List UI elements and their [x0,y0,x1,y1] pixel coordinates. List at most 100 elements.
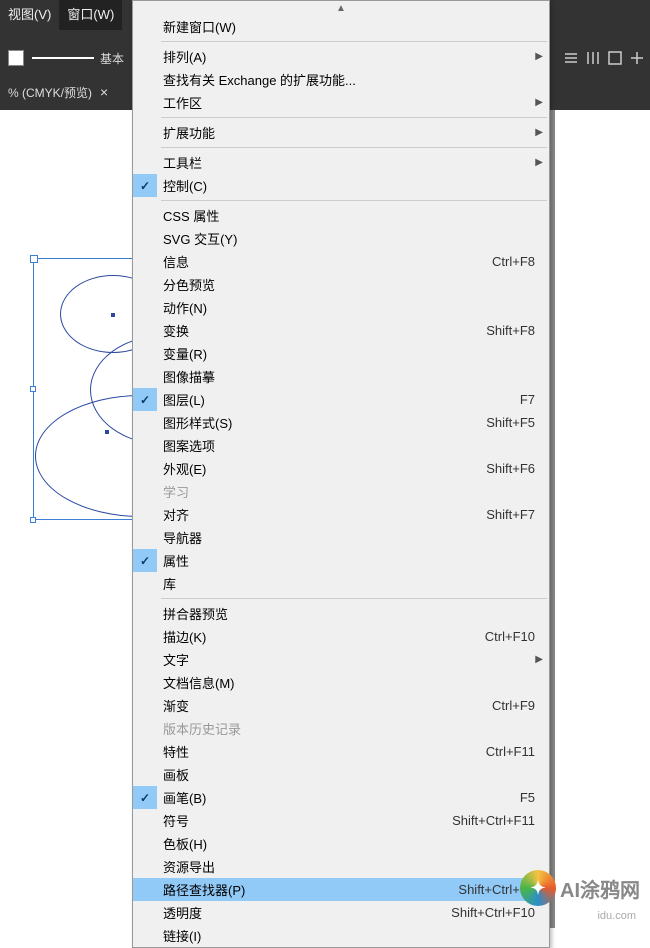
menu-item-label: 画笔(B) [163,788,520,807]
menu-item-shortcut: Shift+F5 [486,415,535,430]
menu-item-label: 信息 [163,252,492,271]
menu-item-label: 图案选项 [163,436,535,455]
menu-item-shortcut: Shift+F6 [486,461,535,476]
align-icon-4[interactable] [628,49,646,67]
menu-control[interactable]: ✓控制(C) [133,174,549,197]
menu-appearance[interactable]: 外观(E)Shift+F6 [133,457,549,480]
menu-item-label: 特性 [163,742,486,761]
menu-pathfinder[interactable]: 路径查找器(P)Shift+Ctrl+F9 [133,878,549,901]
align-icon-1[interactable] [562,49,580,67]
menu-type[interactable]: 文字▶ [133,648,549,671]
menu-pattern-options[interactable]: 图案选项 [133,434,549,457]
menu-workspace[interactable]: 工作区▶ [133,91,549,114]
menu-item-label: 链接(I) [163,926,535,945]
menu-separator [161,200,547,201]
menu-item-shortcut: Shift+Ctrl+F10 [451,905,535,920]
menu-item-label: 工具栏 [163,153,535,172]
menu-align[interactable]: 对齐Shift+F7 [133,503,549,526]
menubar: 视图(V) 窗口(W) [0,0,122,30]
align-icon-2[interactable] [584,49,602,67]
menu-item-label: 属性 [163,551,535,570]
menu-item-label: 图像描摹 [163,367,535,386]
menu-item-label: 描边(K) [163,627,485,646]
menu-item-label: 变换 [163,321,486,340]
menu-item-label: 画板 [163,765,535,784]
menu-svg-interactivity[interactable]: SVG 交互(Y) [133,227,549,250]
menu-arrange[interactable]: 排列(A)▶ [133,45,549,68]
menu-image-trace[interactable]: 图像描摹 [133,365,549,388]
menu-scroll-up-icon[interactable]: ▲ [133,1,549,15]
menu-new-window[interactable]: 新建窗口(W) [133,15,549,38]
close-tab-icon[interactable]: × [100,84,108,100]
menu-item-label: SVG 交互(Y) [163,229,535,248]
menu-item-label: 分色预览 [163,275,535,294]
menu-flattener[interactable]: 拼合器预览 [133,602,549,625]
menu-item-shortcut: F7 [520,392,535,407]
menu-item-label: 图层(L) [163,390,520,409]
menu-transform[interactable]: 变换Shift+F8 [133,319,549,342]
menu-gradient[interactable]: 渐变Ctrl+F9 [133,694,549,717]
menu-stroke[interactable]: 描边(K)Ctrl+F10 [133,625,549,648]
submenu-arrow-icon: ▶ [535,157,543,168]
menu-info[interactable]: 信息Ctrl+F8 [133,250,549,273]
menu-layers[interactable]: ✓图层(L)F7 [133,388,549,411]
fill-swatch[interactable] [8,50,24,66]
menu-variables[interactable]: 变量(R) [133,342,549,365]
watermark-sub: idu.com [597,910,636,922]
watermark-logo-icon: ✦ [520,870,556,906]
menu-toolbars[interactable]: 工具栏▶ [133,151,549,174]
menu-artboards[interactable]: 画板 [133,763,549,786]
menu-item-label: 文档信息(M) [163,673,535,692]
menu-item-label: 版本历史记录 [163,719,535,738]
align-icon-3[interactable] [606,49,624,67]
menu-item-shortcut: Shift+F7 [486,507,535,522]
menu-libraries[interactable]: 库 [133,572,549,595]
menu-item-label: 外观(E) [163,459,486,478]
menu-item-label: 资源导出 [163,857,535,876]
menu-item-label: 路径查找器(P) [163,880,458,899]
menu-transparency[interactable]: 透明度Shift+Ctrl+F10 [133,901,549,924]
menu-swatches[interactable]: 色板(H) [133,832,549,855]
menu-actions[interactable]: 动作(N) [133,296,549,319]
menu-separator [161,41,547,42]
menu-item-label: 新建窗口(W) [163,17,535,36]
menu-item-label: 查找有关 Exchange 的扩展功能... [163,70,535,89]
menu-item-shortcut: Shift+Ctrl+F11 [452,813,535,828]
menu-graphic-styles[interactable]: 图形样式(S)Shift+F5 [133,411,549,434]
menu-attributes[interactable]: 特性Ctrl+F11 [133,740,549,763]
anchor-point[interactable] [111,313,115,317]
menu-separations[interactable]: 分色预览 [133,273,549,296]
menu-item-shortcut: Ctrl+F11 [486,744,535,759]
menu-item-label: 对齐 [163,505,486,524]
watermark-text: AI涂鸦网 [560,874,640,903]
submenu-arrow-icon: ▶ [535,51,543,62]
menu-asset-export[interactable]: 资源导出 [133,855,549,878]
menu-links[interactable]: 链接(I) [133,924,549,947]
menu-learn: 学习 [133,480,549,503]
menu-item-label: 色板(H) [163,834,535,853]
menu-item-shortcut: Ctrl+F9 [492,698,535,713]
menu-symbols[interactable]: 符号Shift+Ctrl+F11 [133,809,549,832]
menu-item-shortcut: Ctrl+F10 [485,629,535,644]
menu-item-label: 图形样式(S) [163,413,486,432]
menu-css-props[interactable]: CSS 属性 [133,204,549,227]
menu-item-label: 符号 [163,811,452,830]
menu-extensions[interactable]: 扩展功能▶ [133,121,549,144]
menu-item-label: 动作(N) [163,298,535,317]
watermark: ✦ AI涂鸦网 [520,870,640,906]
menu-brushes[interactable]: ✓画笔(B)F5 [133,786,549,809]
checkmark-icon: ✓ [133,786,157,809]
menubar-view[interactable]: 视图(V) [0,0,59,30]
menu-item-label: 学习 [163,482,535,501]
menubar-window[interactable]: 窗口(W) [59,0,122,30]
document-tab[interactable]: % (CMYK/预览) × [0,80,116,104]
stroke-preview[interactable] [32,57,94,59]
menu-exchange-ext[interactable]: 查找有关 Exchange 的扩展功能... [133,68,549,91]
menu-item-shortcut: Shift+F8 [486,323,535,338]
anchor-point[interactable] [105,430,109,434]
menu-doc-info[interactable]: 文档信息(M) [133,671,549,694]
menu-item-label: CSS 属性 [163,206,535,225]
menu-version-history: 版本历史记录 [133,717,549,740]
menu-navigator[interactable]: 导航器 [133,526,549,549]
menu-properties[interactable]: ✓属性 [133,549,549,572]
